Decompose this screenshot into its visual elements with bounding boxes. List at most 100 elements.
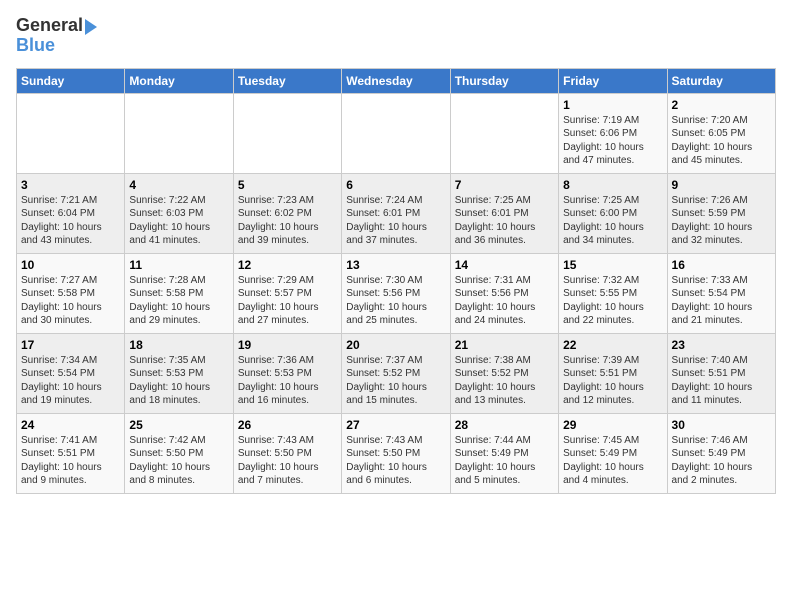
calendar-cell: 3 Sunrise: 7:21 AMSunset: 6:04 PMDaylight…: [17, 173, 125, 253]
day-info: Sunrise: 7:43 AMSunset: 5:50 PMDaylight:…: [346, 434, 445, 488]
day-info: Sunrise: 7:43 AMSunset: 5:50 PMDaylight:…: [238, 434, 337, 488]
day-info: Sunrise: 7:44 AMSunset: 5:49 PMDaylight:…: [455, 434, 554, 488]
day-info: Sunrise: 7:41 AMSunset: 5:51 PMDaylight:…: [21, 434, 120, 488]
day-info: Sunrise: 7:40 AMSunset: 5:51 PMDaylight:…: [672, 354, 771, 408]
calendar-cell: [233, 93, 341, 173]
calendar-body: 1 Sunrise: 7:19 AMSunset: 6:06 PMDaylight…: [17, 93, 776, 493]
day-info: Sunrise: 7:38 AMSunset: 5:52 PMDaylight:…: [455, 354, 554, 408]
calendar-cell: 23 Sunrise: 7:40 AMSunset: 5:51 PMDayligh…: [667, 333, 775, 413]
logo: General Blue: [16, 16, 97, 56]
day-info: Sunrise: 7:31 AMSunset: 5:56 PMDaylight:…: [455, 274, 554, 328]
day-number: 7: [455, 178, 554, 192]
logo-blue-text: Blue: [16, 36, 55, 56]
calendar-cell: 5 Sunrise: 7:23 AMSunset: 6:02 PMDaylight…: [233, 173, 341, 253]
day-number: 16: [672, 258, 771, 272]
day-info: Sunrise: 7:25 AMSunset: 6:00 PMDaylight:…: [563, 194, 662, 248]
calendar-cell: 25 Sunrise: 7:42 AMSunset: 5:50 PMDayligh…: [125, 413, 233, 493]
calendar-cell: 21 Sunrise: 7:38 AMSunset: 5:52 PMDayligh…: [450, 333, 558, 413]
day-info: Sunrise: 7:19 AMSunset: 6:06 PMDaylight:…: [563, 114, 662, 168]
day-number: 29: [563, 418, 662, 432]
day-info: Sunrise: 7:26 AMSunset: 5:59 PMDaylight:…: [672, 194, 771, 248]
day-info: Sunrise: 7:42 AMSunset: 5:50 PMDaylight:…: [129, 434, 228, 488]
day-number: 21: [455, 338, 554, 352]
weekday-header-saturday: Saturday: [667, 68, 775, 93]
calendar-cell: 26 Sunrise: 7:43 AMSunset: 5:50 PMDayligh…: [233, 413, 341, 493]
day-number: 25: [129, 418, 228, 432]
calendar-cell: 24 Sunrise: 7:41 AMSunset: 5:51 PMDayligh…: [17, 413, 125, 493]
calendar-cell: 17 Sunrise: 7:34 AMSunset: 5:54 PMDayligh…: [17, 333, 125, 413]
calendar-cell: 27 Sunrise: 7:43 AMSunset: 5:50 PMDayligh…: [342, 413, 450, 493]
day-number: 1: [563, 98, 662, 112]
calendar-cell: 12Sunrise: 7:29 AMSunset: 5:57 PMDayligh…: [233, 253, 341, 333]
day-number: 22: [563, 338, 662, 352]
day-number: 27: [346, 418, 445, 432]
day-number: 28: [455, 418, 554, 432]
calendar-cell: 1 Sunrise: 7:19 AMSunset: 6:06 PMDaylight…: [559, 93, 667, 173]
day-info: Sunrise: 7:36 AMSunset: 5:53 PMDaylight:…: [238, 354, 337, 408]
calendar-cell: 19 Sunrise: 7:36 AMSunset: 5:53 PMDayligh…: [233, 333, 341, 413]
calendar-cell: 15 Sunrise: 7:32 AMSunset: 5:55 PMDayligh…: [559, 253, 667, 333]
day-number: 24: [21, 418, 120, 432]
day-info: Sunrise: 7:21 AMSunset: 6:04 PMDaylight:…: [21, 194, 120, 248]
weekday-header-tuesday: Tuesday: [233, 68, 341, 93]
day-number: 19: [238, 338, 337, 352]
calendar-cell: 8Sunrise: 7:25 AMSunset: 6:00 PMDaylight…: [559, 173, 667, 253]
calendar-cell: 16 Sunrise: 7:33 AMSunset: 5:54 PMDayligh…: [667, 253, 775, 333]
calendar-week-5: 24 Sunrise: 7:41 AMSunset: 5:51 PMDayligh…: [17, 413, 776, 493]
logo-arrow-icon: [85, 19, 97, 35]
weekday-header-monday: Monday: [125, 68, 233, 93]
calendar-cell: 6 Sunrise: 7:24 AMSunset: 6:01 PMDaylight…: [342, 173, 450, 253]
calendar-week-1: 1 Sunrise: 7:19 AMSunset: 6:06 PMDaylight…: [17, 93, 776, 173]
weekday-header-friday: Friday: [559, 68, 667, 93]
weekday-header-thursday: Thursday: [450, 68, 558, 93]
day-info: Sunrise: 7:39 AMSunset: 5:51 PMDaylight:…: [563, 354, 662, 408]
day-number: 15: [563, 258, 662, 272]
calendar-cell: [342, 93, 450, 173]
calendar-cell: 10 Sunrise: 7:27 AMSunset: 5:58 PMDayligh…: [17, 253, 125, 333]
day-info: Sunrise: 7:25 AMSunset: 6:01 PMDaylight:…: [455, 194, 554, 248]
calendar-week-3: 10 Sunrise: 7:27 AMSunset: 5:58 PMDayligh…: [17, 253, 776, 333]
day-number: 17: [21, 338, 120, 352]
day-number: 5: [238, 178, 337, 192]
day-info: Sunrise: 7:24 AMSunset: 6:01 PMDaylight:…: [346, 194, 445, 248]
calendar-cell: 4 Sunrise: 7:22 AMSunset: 6:03 PMDaylight…: [125, 173, 233, 253]
day-number: 4: [129, 178, 228, 192]
day-number: 18: [129, 338, 228, 352]
day-number: 11: [129, 258, 228, 272]
day-number: 9: [672, 178, 771, 192]
day-number: 26: [238, 418, 337, 432]
calendar-cell: 29Sunrise: 7:45 AMSunset: 5:49 PMDayligh…: [559, 413, 667, 493]
calendar-table: SundayMondayTuesdayWednesdayThursdayFrid…: [16, 68, 776, 494]
calendar-cell: 30Sunrise: 7:46 AMSunset: 5:49 PMDayligh…: [667, 413, 775, 493]
day-info: Sunrise: 7:23 AMSunset: 6:02 PMDaylight:…: [238, 194, 337, 248]
day-info: Sunrise: 7:27 AMSunset: 5:58 PMDaylight:…: [21, 274, 120, 328]
day-number: 23: [672, 338, 771, 352]
calendar-week-4: 17 Sunrise: 7:34 AMSunset: 5:54 PMDayligh…: [17, 333, 776, 413]
calendar-cell: 14Sunrise: 7:31 AMSunset: 5:56 PMDayligh…: [450, 253, 558, 333]
day-info: Sunrise: 7:30 AMSunset: 5:56 PMDaylight:…: [346, 274, 445, 328]
calendar-cell: [125, 93, 233, 173]
calendar-cell: [450, 93, 558, 173]
day-number: 13: [346, 258, 445, 272]
calendar-cell: 28 Sunrise: 7:44 AMSunset: 5:49 PMDayligh…: [450, 413, 558, 493]
calendar-cell: 7 Sunrise: 7:25 AMSunset: 6:01 PMDaylight…: [450, 173, 558, 253]
calendar-cell: 9 Sunrise: 7:26 AMSunset: 5:59 PMDaylight…: [667, 173, 775, 253]
day-info: Sunrise: 7:46 AMSunset: 5:49 PMDaylight:…: [672, 434, 771, 488]
day-number: 10: [21, 258, 120, 272]
day-number: 6: [346, 178, 445, 192]
calendar-cell: 11Sunrise: 7:28 AMSunset: 5:58 PMDayligh…: [125, 253, 233, 333]
day-number: 20: [346, 338, 445, 352]
weekday-header-row: SundayMondayTuesdayWednesdayThursdayFrid…: [17, 68, 776, 93]
day-info: Sunrise: 7:32 AMSunset: 5:55 PMDaylight:…: [563, 274, 662, 328]
day-number: 3: [21, 178, 120, 192]
day-number: 2: [672, 98, 771, 112]
day-info: Sunrise: 7:22 AMSunset: 6:03 PMDaylight:…: [129, 194, 228, 248]
weekday-header-wednesday: Wednesday: [342, 68, 450, 93]
logo-text: General: [16, 16, 83, 36]
day-info: Sunrise: 7:33 AMSunset: 5:54 PMDaylight:…: [672, 274, 771, 328]
weekday-header-sunday: Sunday: [17, 68, 125, 93]
day-info: Sunrise: 7:34 AMSunset: 5:54 PMDaylight:…: [21, 354, 120, 408]
day-info: Sunrise: 7:20 AMSunset: 6:05 PMDaylight:…: [672, 114, 771, 168]
calendar-cell: 20Sunrise: 7:37 AMSunset: 5:52 PMDayligh…: [342, 333, 450, 413]
calendar-header: SundayMondayTuesdayWednesdayThursdayFrid…: [17, 68, 776, 93]
